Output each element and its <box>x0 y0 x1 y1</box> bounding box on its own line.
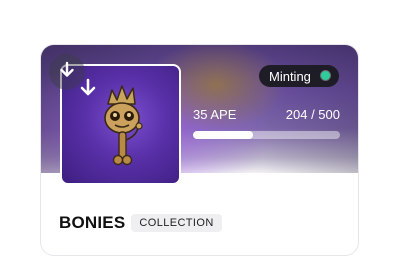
collection-title-row: BONIES COLLECTION <box>59 213 222 233</box>
collection-name[interactable]: BONIES <box>59 213 125 233</box>
mint-progress-bar <box>193 131 340 139</box>
status-badge: Minting <box>259 65 339 87</box>
status-label: Minting <box>269 68 311 84</box>
collection-card[interactable]: Minting 35 APE 204 / 500 BONIES COLLECTI… <box>40 44 359 256</box>
arrow-down-icon <box>58 61 76 84</box>
minted-supply: 204 / 500 <box>285 107 340 122</box>
status-dot-icon <box>321 71 330 80</box>
collection-type-badge: COLLECTION <box>131 214 222 232</box>
mint-price: 35 APE <box>193 107 237 122</box>
download-button[interactable] <box>49 54 85 90</box>
mint-progress-fill <box>193 131 253 139</box>
